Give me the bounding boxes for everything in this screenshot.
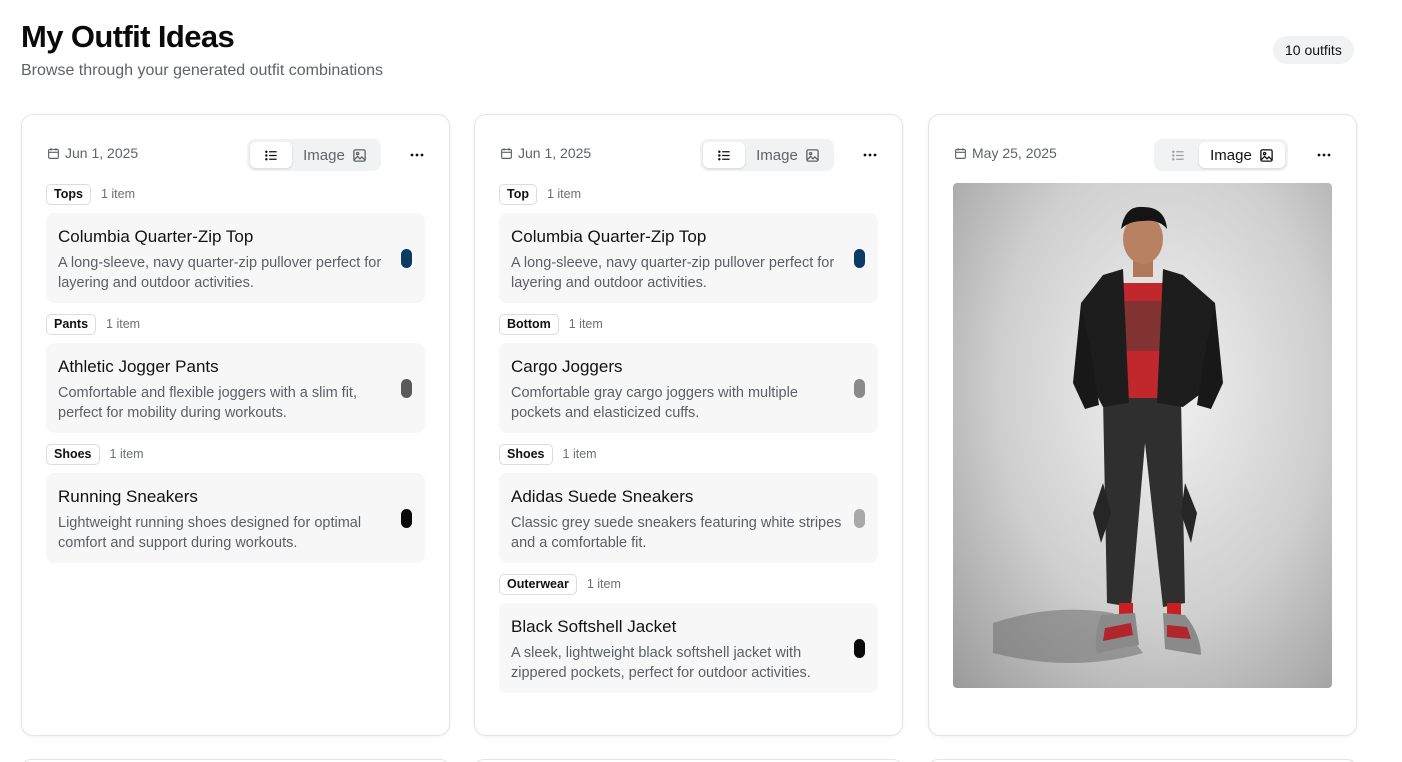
page-title: My Outfit Ideas xyxy=(21,19,235,54)
outfit-count-badge: 10 outfits xyxy=(1273,36,1354,64)
calendar-icon xyxy=(48,147,59,159)
list-view-button[interactable] xyxy=(1157,142,1199,168)
outfit-date: May 25, 2025 xyxy=(954,145,1057,161)
outfit-sections: Tops 1 item Columbia Quarter-Zip Top A lo… xyxy=(46,183,425,573)
item-name: Columbia Quarter-Zip Top xyxy=(511,227,707,246)
page-header: My Outfit Ideas Browse through your gene… xyxy=(21,18,383,81)
item-description: A long-sleeve, navy quarter-zip pullover… xyxy=(511,255,835,291)
more-options-button[interactable] xyxy=(1312,143,1336,167)
item-name: Running Sneakers xyxy=(58,487,198,506)
color-swatch xyxy=(401,379,412,398)
more-horizontal-icon xyxy=(863,153,877,157)
category-count: 1 item xyxy=(562,447,597,461)
category-count: 1 item xyxy=(100,187,135,201)
list-icon xyxy=(717,150,730,160)
category-count: 1 item xyxy=(546,187,582,201)
list-view-button[interactable] xyxy=(703,142,745,168)
item-name: Cargo Joggers xyxy=(511,357,623,376)
item-name: Adidas Suede Sneakers xyxy=(511,487,694,506)
category-section: Shoes 1 item Running Sneakers Lightweight… xyxy=(46,443,425,563)
category-tag: Shoes xyxy=(46,443,100,465)
model-illustration xyxy=(993,206,1223,663)
category-count: 1 item xyxy=(106,317,141,331)
clothing-item[interactable]: Cargo Joggers Comfortable gray cargo jog… xyxy=(499,343,878,433)
image-view-label: Image xyxy=(756,146,798,164)
more-horizontal-icon xyxy=(1317,153,1331,157)
list-view-button[interactable] xyxy=(250,142,292,168)
outfit-date-text: Jun 1, 2025 xyxy=(518,145,592,161)
image-icon xyxy=(806,148,819,162)
category-section: Top 1 item Columbia Quarter-Zip Top A lon… xyxy=(499,183,878,303)
category-tag: Pants xyxy=(46,313,97,335)
clothing-item[interactable]: Black Softshell Jacket A sleek, lightwei… xyxy=(499,603,878,693)
item-name: Athletic Jogger Pants xyxy=(58,357,219,376)
item-description: A sleek, lightweight black softshell jac… xyxy=(511,645,811,681)
category-count: 1 item xyxy=(568,317,603,331)
card-header: Jun 1, 2025 Image xyxy=(47,139,429,173)
category-section: Shoes 1 item Adidas Suede Sneakers Classi… xyxy=(499,443,878,563)
color-swatch xyxy=(401,509,412,528)
outfit-date: Jun 1, 2025 xyxy=(500,145,591,161)
view-toggle: Image xyxy=(247,139,381,171)
outfit-card: May 25, 2025 Image xyxy=(928,114,1357,736)
calendar-icon xyxy=(501,147,512,159)
outfit-sections: Top 1 item Columbia Quarter-Zip Top A lon… xyxy=(499,183,878,703)
card-header: May 25, 2025 Image xyxy=(954,139,1336,173)
outfit-date: Jun 1, 2025 xyxy=(47,145,138,161)
item-description: A long-sleeve, navy quarter-zip pullover… xyxy=(58,255,382,291)
list-icon xyxy=(1171,150,1184,160)
category-count: 1 item xyxy=(586,577,621,591)
outfit-photo[interactable] xyxy=(953,183,1332,688)
category-tag: Bottom xyxy=(499,313,559,335)
image-view-button[interactable]: Image xyxy=(292,142,378,168)
item-description: Comfortable and flexible joggers with a … xyxy=(58,385,357,421)
clothing-item[interactable]: Running Sneakers Lightweight running sho… xyxy=(46,473,425,563)
more-options-button[interactable] xyxy=(858,143,882,167)
category-count: 1 item xyxy=(109,447,144,461)
category-tag: Tops xyxy=(46,183,91,205)
item-name: Black Softshell Jacket xyxy=(511,617,677,636)
list-icon xyxy=(264,150,277,160)
category-section: Outerwear 1 item Black Softshell Jacket A… xyxy=(499,573,878,693)
view-toggle: Image xyxy=(1154,139,1288,171)
color-swatch xyxy=(854,249,865,268)
clothing-item[interactable]: Adidas Suede Sneakers Classic grey suede… xyxy=(499,473,878,563)
clothing-item[interactable]: Columbia Quarter-Zip Top A long-sleeve, … xyxy=(46,213,425,303)
category-section: Bottom 1 item Cargo Joggers Comfortable g… xyxy=(499,313,878,433)
view-toggle: Image xyxy=(700,139,834,171)
more-horizontal-icon xyxy=(410,153,424,157)
color-swatch xyxy=(401,249,412,268)
item-description: Comfortable gray cargo joggers with mult… xyxy=(511,385,798,421)
category-tag: Outerwear xyxy=(499,573,577,595)
item-description: Classic grey suede sneakers featuring wh… xyxy=(511,515,842,551)
category-tag: Top xyxy=(499,183,537,205)
clothing-item[interactable]: Columbia Quarter-Zip Top A long-sleeve, … xyxy=(499,213,878,303)
color-swatch xyxy=(854,379,865,398)
category-tag: Shoes xyxy=(499,443,553,465)
image-view-label: Image xyxy=(303,146,345,164)
image-view-button[interactable]: Image xyxy=(1199,142,1285,168)
clothing-item[interactable]: Athletic Jogger Pants Comfortable and fl… xyxy=(46,343,425,433)
card-header: Jun 1, 2025 Image xyxy=(500,139,882,173)
item-name: Columbia Quarter-Zip Top xyxy=(58,227,254,246)
category-section: Pants 1 item Athletic Jogger Pants Comfor… xyxy=(46,313,425,433)
calendar-icon xyxy=(955,147,966,159)
more-options-button[interactable] xyxy=(405,143,429,167)
color-swatch xyxy=(854,509,865,528)
page-subtitle: Browse through your generated outfit com… xyxy=(21,62,383,79)
category-section: Tops 1 item Columbia Quarter-Zip Top A lo… xyxy=(46,183,425,303)
image-view-label: Image xyxy=(1210,146,1252,164)
image-view-button[interactable]: Image xyxy=(745,142,831,168)
image-icon xyxy=(353,148,366,162)
outfit-date-text: May 25, 2025 xyxy=(972,145,1057,161)
image-icon xyxy=(1260,148,1273,162)
outfit-date-text: Jun 1, 2025 xyxy=(65,145,139,161)
item-description: Lightweight running shoes designed for o… xyxy=(58,515,362,551)
outfit-card: Jun 1, 2025 Image Tops 1 item Columbia Qu… xyxy=(21,114,450,736)
color-swatch xyxy=(854,639,865,658)
outfit-card: Jun 1, 2025 Image Top 1 item Columbia Qua… xyxy=(474,114,903,736)
